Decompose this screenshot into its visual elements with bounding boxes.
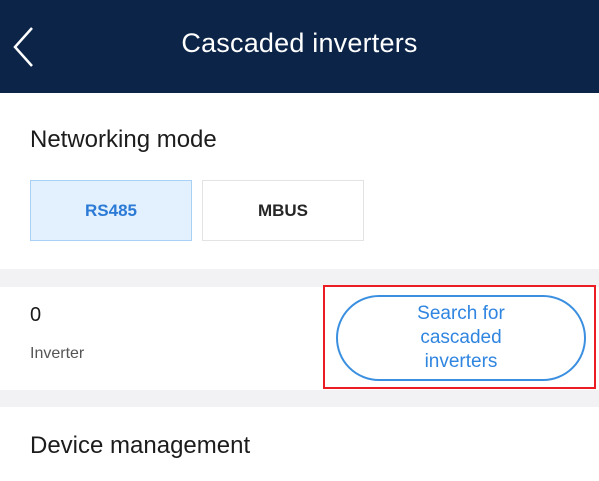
rs485-option-button[interactable]: RS485	[30, 180, 192, 241]
networking-mode-label: Networking mode	[30, 126, 217, 153]
section-divider	[0, 390, 599, 407]
mbus-option-button[interactable]: MBUS	[202, 180, 364, 241]
search-cascaded-inverters-button[interactable]: Search for cascaded inverters	[336, 295, 586, 381]
app-header: Cascaded inverters	[0, 0, 599, 93]
search-button-line: Search for	[417, 303, 505, 324]
search-button-line: inverters	[424, 351, 498, 372]
device-management-item[interactable]: Device management	[30, 432, 250, 460]
inverter-count-label: Inverter	[30, 345, 85, 362]
inverter-count-value: 0	[30, 304, 42, 326]
page-title: Cascaded inverters	[181, 28, 418, 58]
search-button-line: cascaded	[420, 327, 502, 348]
